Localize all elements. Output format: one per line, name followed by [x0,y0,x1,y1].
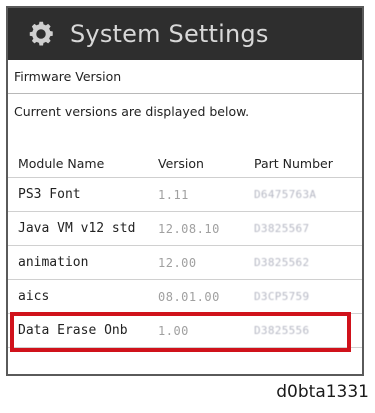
column-header-module-name: Module Name [18,156,105,171]
part-number-value: D3825567 [254,222,310,235]
version-value: 12.08.10 [158,221,220,236]
part-number-value: D3CP5759 [254,290,310,303]
window-title: System Settings [70,20,269,48]
figure-caption: d0bta1331 [276,382,369,402]
gear-icon [29,21,53,46]
column-header-part-number: Part Number [254,156,333,171]
part-number-value: D3825556 [254,324,310,337]
module-name: Data Erase Onb [18,323,128,338]
module-name: aics [18,289,50,304]
version-value: 1.00 [158,323,189,338]
table-row: animation 12.00 D3825562 [8,246,362,280]
system-settings-window: System Settings Firmware Version Current… [6,6,364,376]
table-header: Module Name Version Part Number [8,134,362,178]
version-value: 08.01.00 [158,289,220,304]
table-row: Data Erase Onb 1.00 D3825556 [8,314,362,348]
module-name: PS3 Font [18,187,81,202]
section-description: Current versions are displayed below. [14,104,250,119]
table-row-highlighted: aics 08.01.00 D3CP5759 [8,280,362,314]
part-number-value: D6475763A [254,188,317,201]
column-header-version: Version [158,156,204,171]
table-row: PS3 Font 1.11 D6475763A [8,178,362,212]
title-bar: System Settings [8,8,362,60]
module-name: animation [18,255,89,270]
table-row: Java VM v12 std 12.08.10 D3825567 [8,212,362,246]
module-name: Java VM v12 std [18,221,136,236]
version-value: 1.11 [158,187,189,202]
part-number-value: D3825562 [254,256,310,269]
version-value: 12.00 [158,255,197,270]
section-title: Firmware Version [8,60,362,94]
